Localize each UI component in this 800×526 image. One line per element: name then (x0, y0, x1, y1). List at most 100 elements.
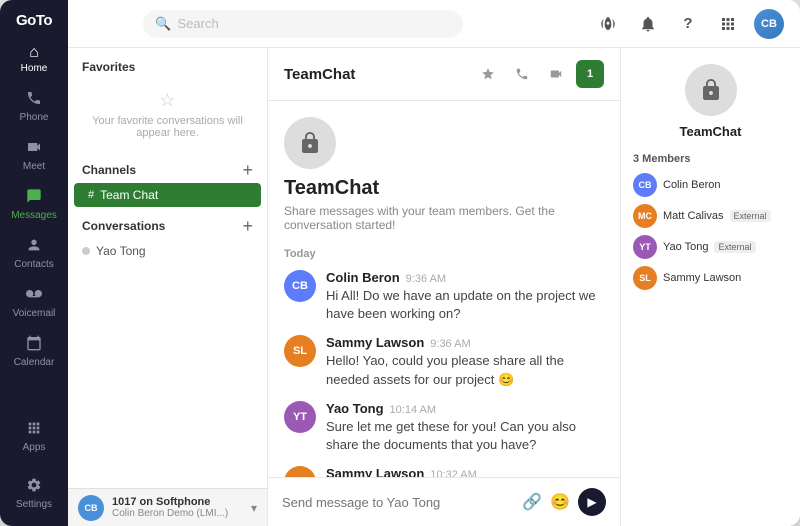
main-content: Favorites ☆ Your favorite conversations … (68, 48, 800, 526)
member-name: Matt Calivas (663, 210, 724, 222)
message-text: Hello! Yao, could you please share all t… (326, 352, 604, 388)
member-name: Yao Tong (663, 241, 708, 253)
message-row: YT Yao Tong 10:14 AM Sure let me get the… (284, 401, 604, 454)
avatar: YT (284, 401, 316, 433)
sidebar-item-home[interactable]: ⌂ Home (0, 37, 68, 82)
sidebar-item-voicemail[interactable]: Voicemail (0, 278, 68, 327)
favorite-button[interactable] (474, 60, 502, 88)
member-avatar: YT (633, 235, 657, 259)
rp-channel-name: TeamChat (633, 124, 788, 139)
members-button[interactable]: 1 (576, 60, 604, 88)
message-author: Sammy Lawson (326, 466, 424, 477)
sidebar-item-contacts[interactable]: Contacts (0, 229, 68, 278)
top-bar: 🔍 Search ? CB (68, 0, 800, 48)
message-header: Sammy Lawson 10:32 AM (326, 466, 604, 477)
attachment-icon[interactable]: 🔗 (522, 492, 542, 512)
date-divider: Today (284, 248, 604, 260)
chat-messages: TeamChat Share messages with your team m… (268, 101, 620, 477)
channel-big-name: TeamChat (284, 177, 604, 200)
message-header: Colin Beron 9:36 AM (326, 270, 604, 285)
message-author: Colin Beron (326, 270, 400, 285)
avatar: CB (284, 270, 316, 302)
sidebar-item-phone[interactable]: Phone (0, 82, 68, 131)
favorites-empty: ☆ Your favorite conversations will appea… (68, 78, 267, 151)
user-avatar[interactable]: CB (754, 9, 784, 39)
send-button[interactable]: ▶ (578, 488, 606, 516)
channels-header: Channels + (68, 151, 267, 183)
message-row: SL Sammy Lawson 10:32 AM PDF annual-repo… (284, 466, 604, 477)
member-name: Colin Beron (663, 179, 720, 191)
status-bar[interactable]: CB 1017 on Softphone Colin Beron Demo (L… (68, 488, 268, 526)
member-row-sammy: SL Sammy Lawson (633, 266, 788, 290)
status-avatar: CB (78, 495, 104, 521)
member-badge: External (714, 241, 755, 253)
video-button[interactable] (542, 60, 570, 88)
sidebar-item-messages[interactable]: Messages (0, 180, 68, 229)
sidebar-item-calendar[interactable]: Calendar (0, 327, 68, 376)
channel-item-teamchat[interactable]: # Team Chat (74, 183, 261, 207)
phone-icon (26, 90, 42, 110)
channel-desc: Share messages with your team members. G… (284, 204, 604, 232)
top-bar-icons: ? CB (594, 9, 784, 39)
sidebar-item-settings[interactable]: Settings (0, 469, 68, 518)
message-time: 9:36 AM (406, 273, 446, 285)
message-header: Yao Tong 10:14 AM (326, 401, 604, 416)
conversations-header: Conversations + (68, 207, 267, 239)
sidebar-item-meet[interactable]: Meet (0, 131, 68, 180)
input-actions: 🔗 😊 ▶ (522, 488, 606, 516)
rocket-icon[interactable] (594, 10, 622, 38)
message-content: Yao Tong 10:14 AM Sure let me get these … (326, 401, 604, 454)
home-icon: ⌂ (29, 45, 39, 61)
chat-input-bar: 🔗 😊 ▶ (268, 477, 620, 526)
presence-dot (82, 247, 90, 255)
avatar: SL (284, 335, 316, 367)
add-conversation-button[interactable]: + (242, 217, 253, 235)
message-text: Sure let me get these for you! Can you a… (326, 418, 604, 454)
chat-title: TeamChat (284, 66, 466, 83)
hash-icon: # (88, 189, 94, 201)
app-logo: GoTo (16, 0, 52, 37)
message-content: Sammy Lawson 9:36 AM Hello! Yao, could y… (326, 335, 604, 388)
message-content: Sammy Lawson 10:32 AM PDF annual-report.… (326, 466, 604, 477)
member-badge: External (730, 210, 771, 222)
add-channel-button[interactable]: + (242, 161, 253, 179)
sidebar: Favorites ☆ Your favorite conversations … (68, 48, 268, 526)
channel-big-icon (284, 117, 336, 169)
left-nav: GoTo ⌂ Home Phone Meet Messages (0, 0, 68, 526)
voicemail-icon (26, 286, 42, 306)
message-time: 10:32 AM (430, 469, 476, 477)
message-header: Sammy Lawson 9:36 AM (326, 335, 604, 350)
search-bar[interactable]: 🔍 Search (143, 10, 463, 38)
chevron-down-icon: ▾ (251, 501, 257, 515)
meet-icon (26, 139, 42, 159)
rp-channel-icon (685, 64, 737, 116)
message-time: 10:14 AM (390, 404, 436, 416)
member-row-yao: YT Yao Tong External (633, 235, 788, 259)
conversation-item-yaotong[interactable]: Yao Tong (68, 239, 267, 263)
calendar-icon (26, 335, 42, 355)
member-row-colin: CB Colin Beron (633, 173, 788, 197)
member-avatar: CB (633, 173, 657, 197)
settings-icon (26, 477, 42, 497)
grid-icon[interactable] (714, 10, 742, 38)
bell-icon[interactable] (634, 10, 662, 38)
help-icon[interactable]: ? (674, 10, 702, 38)
call-button[interactable] (508, 60, 536, 88)
message-author: Yao Tong (326, 401, 384, 416)
star-icon: ☆ (159, 90, 175, 111)
sidebar-item-apps[interactable]: Apps (0, 412, 68, 461)
message-time: 9:36 AM (430, 338, 470, 350)
search-icon: 🔍 (155, 16, 171, 32)
app-shell: GoTo ⌂ Home Phone Meet Messages (0, 0, 800, 526)
avatar: SL (284, 466, 316, 477)
status-line2: Colin Beron Demo (LMI...) (112, 508, 243, 519)
status-line1: 1017 on Softphone (112, 496, 243, 508)
emoji-icon[interactable]: 😊 (550, 492, 570, 512)
message-content: Colin Beron 9:36 AM Hi All! Do we have a… (326, 270, 604, 323)
message-input[interactable] (282, 495, 514, 510)
member-avatar: SL (633, 266, 657, 290)
member-name: Sammy Lawson (663, 272, 741, 284)
contacts-icon (26, 237, 42, 257)
chat-area: TeamChat 1 (268, 48, 620, 526)
message-row: CB Colin Beron 9:36 AM Hi All! Do we hav… (284, 270, 604, 323)
